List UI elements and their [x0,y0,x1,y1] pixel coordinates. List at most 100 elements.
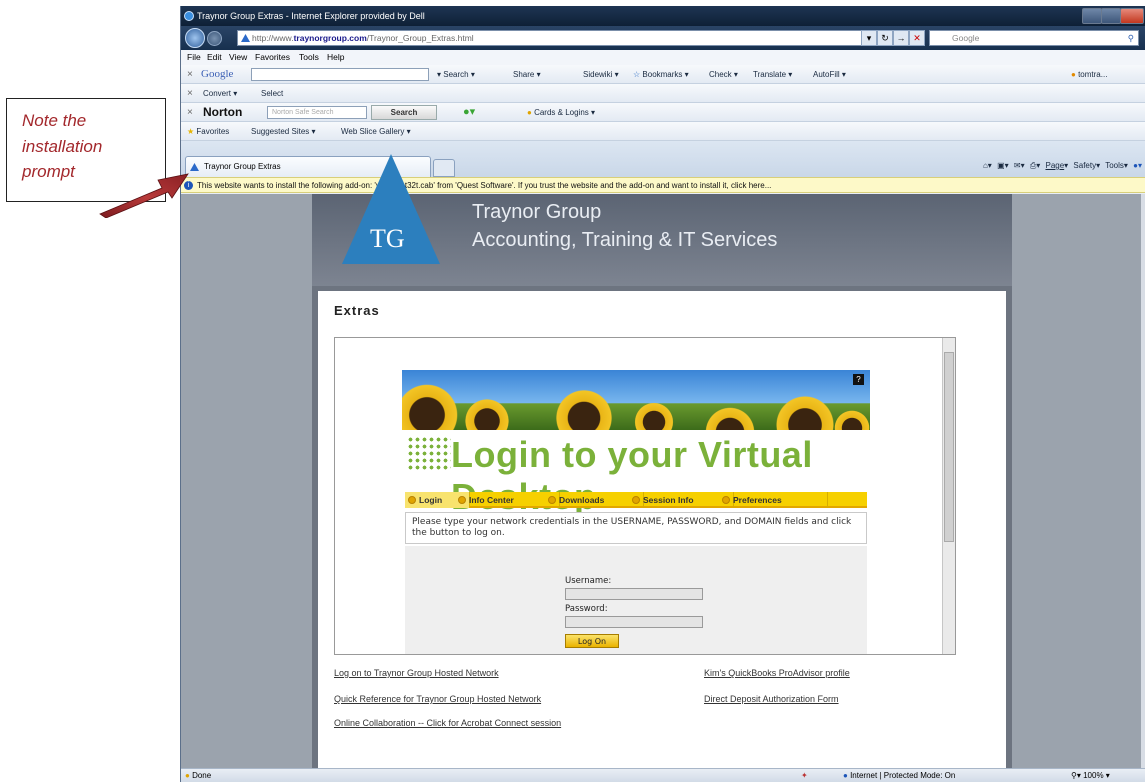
page-menu-label: Page [1045,161,1065,170]
new-tab-button[interactable] [433,159,455,177]
favorites-star-icon: ★ [187,127,195,136]
link-quickbooks-proadvisor[interactable]: Kim's QuickBooks ProAdvisor profile [704,668,850,678]
tab-downloads-label: Downloads [559,495,605,505]
google-search-button[interactable]: ▾ Search ▾ [437,65,475,84]
norton-search-button[interactable]: Search [371,105,437,120]
link-online-collaboration[interactable]: Online Collaboration -- Click for Acroba… [334,718,561,728]
page-viewport: TG Traynor Group Accounting, Training & … [181,154,1141,768]
download-icon [548,496,556,504]
compatibility-view-icon[interactable]: ▾ [861,30,877,46]
addon-install-info-bar[interactable]: i This website wants to install the foll… [181,177,1145,193]
forward-button[interactable] [207,31,222,46]
section-heading: Extras [334,303,380,318]
cards-logins-label: Cards & Logins [534,108,589,117]
menu-favorites[interactable]: Favorites [255,50,290,65]
sidewiki-button[interactable]: Sidewiki ▾ [583,65,619,84]
frame-scrollbar[interactable] [942,338,955,654]
print-icon[interactable]: ⎙▾ [1030,161,1040,170]
refresh-icon[interactable]: ↻ [877,30,893,46]
go-icon[interactable]: → [893,30,909,46]
url-input[interactable]: http://www.traynorgroup.com/Traynor_Grou… [237,30,917,46]
sidewiki-label: Sidewiki [583,70,613,79]
site-header: TG Traynor Group Accounting, Training & … [312,154,1012,286]
home-icon[interactable]: ⌂▾ [983,161,992,170]
page-menu[interactable]: Page▾ [1045,161,1068,170]
password-input[interactable] [565,616,703,628]
stop-icon[interactable]: ✕ [909,30,925,46]
preferences-icon [722,496,730,504]
share-button[interactable]: Share ▾ [513,65,541,84]
convert-button[interactable]: Convert ▾ [203,84,237,103]
password-label: Password: [565,604,608,614]
web-slice-gallery-button[interactable]: Web Slice Gallery ▾ [341,122,411,141]
google-search-input[interactable] [251,68,429,81]
frame-scroll-thumb[interactable] [944,352,954,542]
norton-safe-icon[interactable]: ●▾ [463,103,475,122]
translate-button[interactable]: Translate ▾ [753,65,792,84]
minimize-button[interactable] [1082,8,1102,24]
back-button[interactable] [185,28,205,48]
zoom-icon: ⚲▾ [1071,771,1081,780]
user-name: tomtra... [1078,70,1108,79]
translate-label: Translate [753,70,787,79]
safety-menu[interactable]: Safety▾ [1073,161,1100,170]
link-quick-reference[interactable]: Quick Reference for Traynor Group Hosted… [334,694,541,704]
close-toolbar-icon[interactable]: × [187,84,193,103]
title-bar: Traynor Group Extras - Internet Explorer… [181,6,1145,26]
search-icon[interactable]: ⚲ [1128,31,1134,45]
tab-preferences-label: Preferences [733,495,782,505]
menu-view[interactable]: View [229,50,247,65]
close-toolbar-icon[interactable]: × [187,65,193,84]
link-log-on-hosted-network[interactable]: Log on to Traynor Group Hosted Network [334,668,499,678]
menu-edit[interactable]: Edit [207,50,222,65]
window-controls [1082,8,1144,24]
zone-label: Internet | Protected Mode: On [850,771,956,780]
close-button[interactable] [1120,8,1144,24]
menu-file[interactable]: File [187,50,201,65]
help-icon[interactable]: ●▾ [1133,161,1142,170]
autofill-label: AutoFill [813,70,840,79]
check-button[interactable]: Check ▾ [709,65,738,84]
browser-search-input[interactable]: Google ⚲ [929,30,1139,46]
norton-logo: Norton [203,105,243,119]
favorites-button[interactable]: ★ Favorites [187,122,229,141]
annotation-line: installation [22,136,103,156]
page-scrollbar[interactable] [1141,194,1145,768]
safety-menu-label: Safety [1073,161,1097,170]
close-toolbar-icon[interactable]: × [187,103,193,122]
username-input[interactable] [565,588,703,600]
maximize-button[interactable] [1101,8,1121,24]
tools-menu[interactable]: Tools▾ [1105,161,1128,170]
cards-logins-button[interactable]: ● Cards & Logins ▾ [527,103,595,122]
tab-bar: Traynor Group Extras ⌂▾ ▣▾ ✉▾ ⎙▾ Page▾ S… [181,141,1145,177]
site-favicon-icon [241,34,250,42]
command-bar: ⌂▾ ▣▾ ✉▾ ⎙▾ Page▾ Safety▾ Tools▾ ●▾ [862,156,1142,176]
link-direct-deposit-form[interactable]: Direct Deposit Authorization Form [704,694,839,704]
question-icon[interactable]: ? [853,374,864,385]
security-zone[interactable]: ● Internet | Protected Mode: On [843,769,955,782]
bookmarks-button[interactable]: ☆ Bookmarks ▾ [633,65,689,84]
log-on-button[interactable]: Log On [565,634,619,648]
autofill-button[interactable]: AutoFill ▾ [813,65,846,84]
login-tab-strip: Login Info Center Downloads Session Info… [405,492,867,508]
url-prefix: http://www. [252,33,294,43]
site-page: TG Traynor Group Accounting, Training & … [312,154,1012,768]
tab-preferences[interactable]: Preferences [719,492,828,508]
select-button[interactable]: Select [261,84,283,103]
norton-search-input[interactable]: Norton Safe Search [267,106,367,119]
info-center-icon [458,496,466,504]
menu-help[interactable]: Help [327,50,344,65]
tools-menu-label: Tools [1105,161,1124,170]
url-path: /Traynor_Group_Extras.html [366,33,474,43]
cards-icon: ● [527,108,532,117]
menu-tools[interactable]: Tools [299,50,319,65]
mail-icon[interactable]: ✉▾ [1014,161,1025,170]
annotation-arrow-icon [99,173,189,218]
suggested-sites-button[interactable]: Suggested Sites ▾ [251,122,316,141]
user-account[interactable]: ● tomtra... [1071,65,1107,84]
annotation-line: Note the [22,111,87,130]
zoom-control[interactable]: ⚲▾ 100% ▾ [1071,769,1110,782]
address-bar: http://www.traynorgroup.com/Traynor_Grou… [181,26,1145,50]
account-icon: ● [1071,70,1076,79]
feeds-icon[interactable]: ▣▾ [997,161,1009,170]
